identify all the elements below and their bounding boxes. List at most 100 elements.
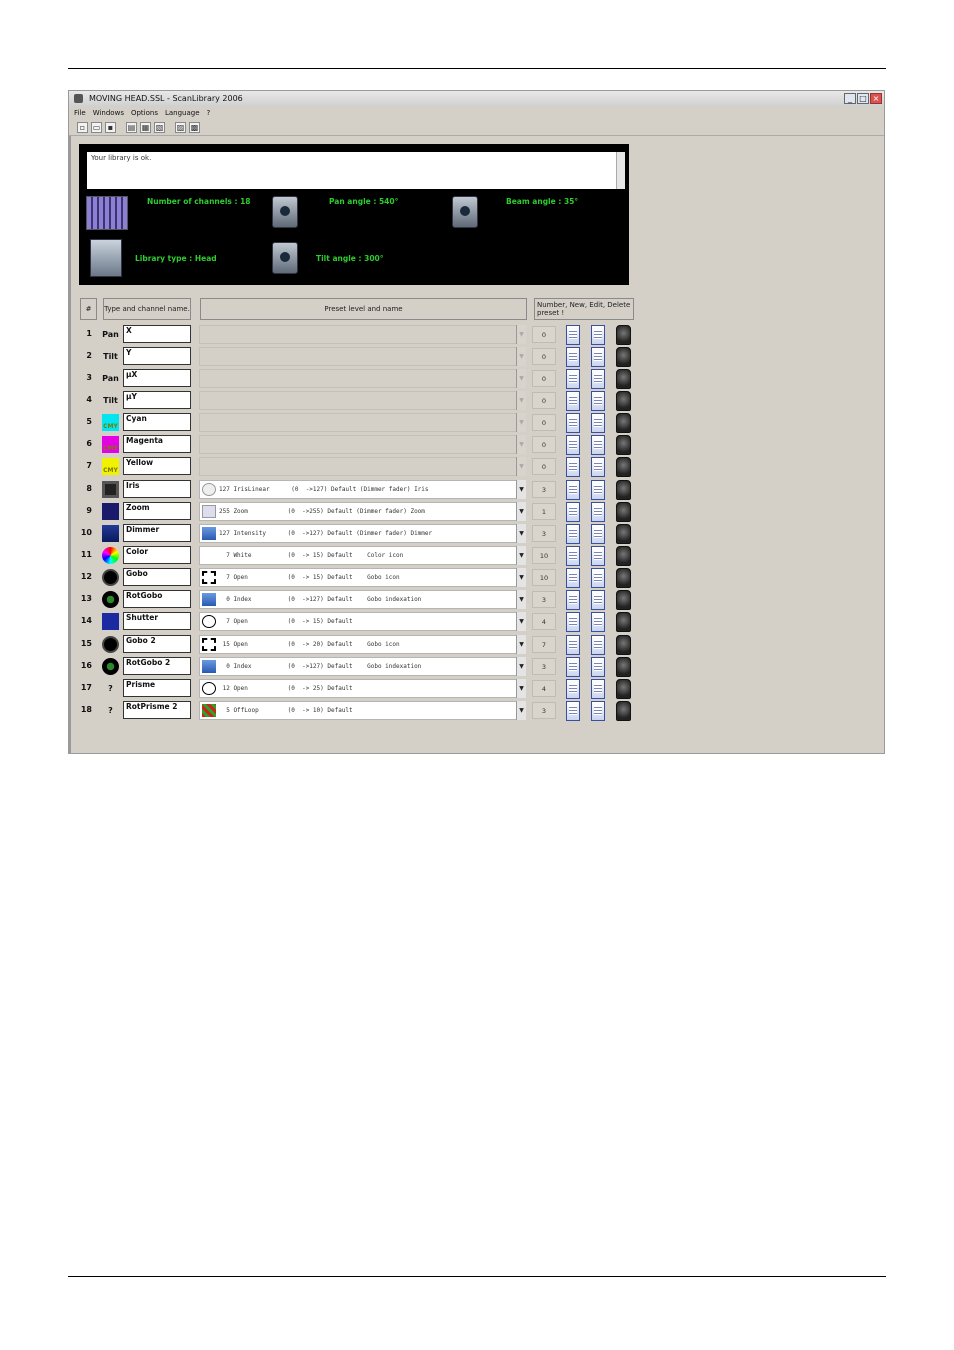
preset-select[interactable]: 5 OffLoop (0 -> 10) Default — [199, 701, 526, 720]
edit-preset-icon[interactable] — [591, 612, 605, 632]
menu-options[interactable]: Options — [131, 107, 158, 119]
channel-name-field[interactable]: RotGobo 2 — [123, 657, 191, 675]
print-preview-icon[interactable]: ▦ — [140, 122, 151, 133]
close-icon[interactable]: × — [870, 93, 882, 104]
channel-name-field[interactable]: Y — [123, 347, 191, 365]
edit-preset-icon[interactable] — [591, 369, 605, 389]
trash-icon[interactable] — [616, 325, 631, 345]
edit-preset-icon[interactable] — [591, 657, 605, 677]
chevron-down-icon[interactable]: ▼ — [516, 635, 526, 654]
save-icon[interactable]: ▪ — [105, 122, 116, 133]
tilt-fine-icon[interactable]: Tilt — [102, 392, 119, 409]
new-preset-icon[interactable] — [566, 435, 580, 455]
edit-preset-icon[interactable] — [591, 701, 605, 721]
trash-icon[interactable] — [616, 369, 631, 389]
preset-select[interactable]: 127 IrisLinear (0 ->127) Default (Dimmer… — [199, 480, 526, 499]
edit-preset-icon[interactable] — [591, 502, 605, 522]
new-preset-icon[interactable] — [566, 701, 580, 721]
pan-icon[interactable]: Pan — [102, 326, 119, 343]
trash-icon[interactable] — [616, 679, 631, 699]
print-icon[interactable]: ▤ — [126, 122, 137, 133]
cyan-icon[interactable]: CMY — [102, 414, 119, 431]
new-preset-icon[interactable] — [566, 325, 580, 345]
new-preset-icon[interactable] — [566, 457, 580, 477]
trash-icon[interactable] — [616, 435, 631, 455]
rotating-gobo-icon[interactable] — [102, 658, 119, 675]
preset-select[interactable] — [199, 369, 526, 388]
channel-name-field[interactable]: Cyan — [123, 413, 191, 431]
menu-help[interactable]: ? — [207, 107, 211, 119]
yellow-icon[interactable]: CMY — [102, 458, 119, 475]
edit-preset-icon[interactable] — [591, 391, 605, 411]
zoom-icon[interactable] — [102, 503, 119, 520]
channel-name-field[interactable]: Iris — [123, 480, 191, 498]
trash-icon[interactable] — [616, 347, 631, 367]
chevron-down-icon[interactable]: ▼ — [516, 413, 526, 432]
channel-name-field[interactable]: RotPrisme 2 — [123, 701, 191, 719]
preset-select[interactable] — [199, 435, 526, 454]
menu-windows[interactable]: Windows — [93, 107, 124, 119]
preset-select[interactable] — [199, 325, 526, 344]
preset-select[interactable] — [199, 457, 526, 476]
tilt-icon[interactable]: Tilt — [102, 348, 119, 365]
preset-select[interactable]: 0 Index (0 ->127) Default Gobo indexatio… — [199, 590, 526, 609]
trash-icon[interactable] — [616, 524, 631, 544]
new-preset-icon[interactable] — [566, 347, 580, 367]
shutter-icon[interactable] — [102, 613, 119, 630]
question-mark-icon[interactable]: ? — [102, 680, 119, 697]
channel-name-field[interactable]: Magenta — [123, 435, 191, 453]
new-preset-icon[interactable] — [566, 480, 580, 500]
edit-preset-icon[interactable] — [591, 546, 605, 566]
channel-name-field[interactable]: Yellow — [123, 457, 191, 475]
new-file-icon[interactable]: ▫ — [77, 122, 88, 133]
trash-icon[interactable] — [616, 413, 631, 433]
edit-preset-icon[interactable] — [591, 413, 605, 433]
chevron-down-icon[interactable]: ▼ — [516, 347, 526, 366]
preset-select[interactable]: 12 Open (0 -> 25) Default — [199, 679, 526, 698]
preset-select[interactable]: 7 Open (0 -> 15) Default Gobo icon — [199, 568, 526, 587]
chevron-down-icon[interactable]: ▼ — [516, 502, 526, 521]
preset-select[interactable] — [199, 413, 526, 432]
channel-name-field[interactable]: Gobo 2 — [123, 635, 191, 653]
question-mark-icon[interactable]: ? — [102, 702, 119, 719]
message-scrollbar[interactable] — [616, 152, 625, 189]
preset-select[interactable]: 15 Open (0 -> 20) Default Gobo icon — [199, 635, 526, 654]
title-bar[interactable]: MOVING HEAD.SSL - ScanLibrary 2006 _ □ × — [69, 91, 884, 107]
trash-icon[interactable] — [616, 612, 631, 632]
chevron-down-icon[interactable]: ▼ — [516, 325, 526, 344]
channel-name-field[interactable]: Shutter — [123, 612, 191, 630]
preset-select[interactable]: 127 Intensity (0 ->127) Default (Dimmer … — [199, 524, 526, 543]
chevron-down-icon[interactable]: ▼ — [516, 679, 526, 698]
channel-name-field[interactable]: X — [123, 325, 191, 343]
new-preset-icon[interactable] — [566, 369, 580, 389]
chevron-down-icon[interactable]: ▼ — [516, 457, 526, 476]
channel-name-field[interactable]: Prisme — [123, 679, 191, 697]
trash-icon[interactable] — [616, 590, 631, 610]
new-preset-icon[interactable] — [566, 612, 580, 632]
magenta-icon[interactable]: CMY — [102, 436, 119, 453]
edit-preset-icon[interactable] — [591, 347, 605, 367]
trash-icon[interactable] — [616, 546, 631, 566]
edit-preset-icon[interactable] — [591, 325, 605, 345]
chevron-down-icon[interactable]: ▼ — [516, 546, 526, 565]
gobo-icon[interactable] — [102, 636, 119, 653]
info-icon[interactable]: ▩ — [189, 122, 200, 133]
edit-preset-icon[interactable] — [591, 480, 605, 500]
export-icon[interactable]: ▧ — [154, 122, 165, 133]
preset-select[interactable]: 0 Index (0 ->127) Default Gobo indexatio… — [199, 657, 526, 676]
new-preset-icon[interactable] — [566, 657, 580, 677]
chevron-down-icon[interactable]: ▼ — [516, 701, 526, 720]
edit-preset-icon[interactable] — [591, 679, 605, 699]
new-preset-icon[interactable] — [566, 679, 580, 699]
edit-preset-icon[interactable] — [591, 457, 605, 477]
iris-icon[interactable] — [102, 481, 119, 498]
menu-file[interactable]: File — [74, 107, 86, 119]
trash-icon[interactable] — [616, 657, 631, 677]
new-preset-icon[interactable] — [566, 524, 580, 544]
trash-icon[interactable] — [616, 635, 631, 655]
chevron-down-icon[interactable]: ▼ — [516, 391, 526, 410]
channel-name-field[interactable]: Gobo — [123, 568, 191, 586]
trash-icon[interactable] — [616, 568, 631, 588]
pan-fine-icon[interactable]: Pan — [102, 370, 119, 387]
channel-name-field[interactable]: Color — [123, 546, 191, 564]
